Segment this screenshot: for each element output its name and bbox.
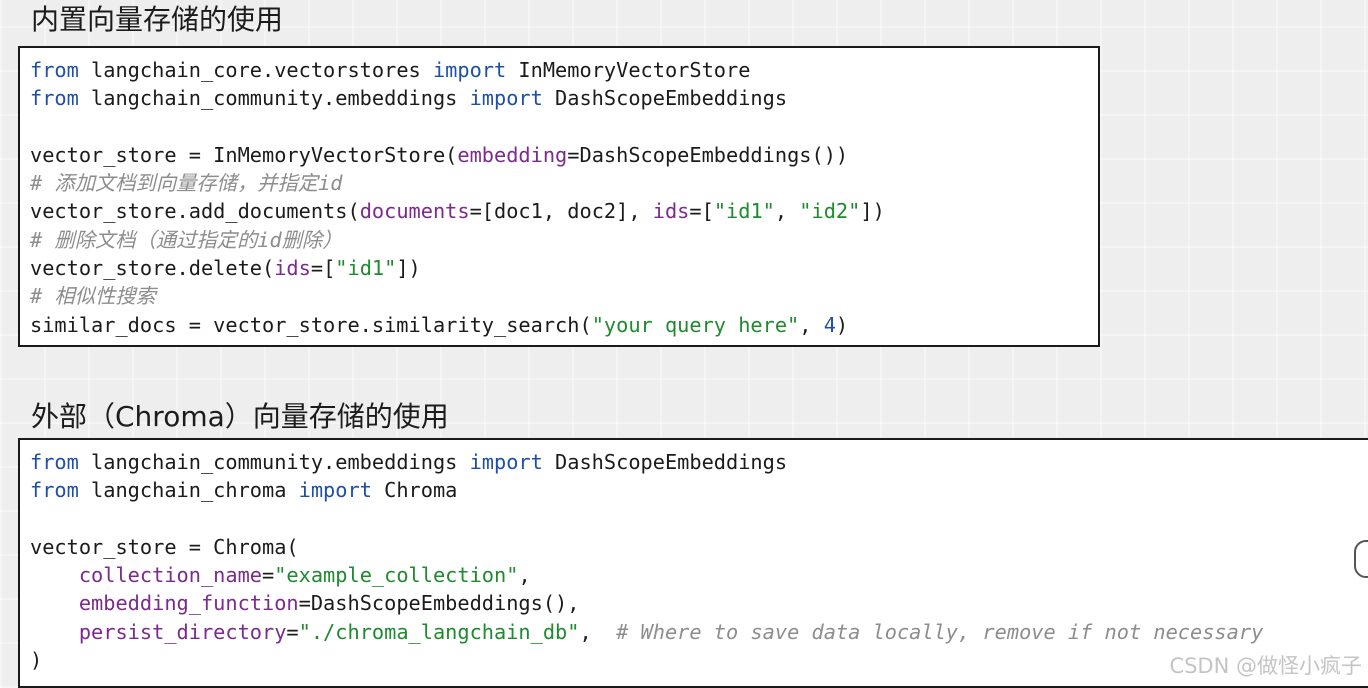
code-comment: # Where to save data locally, remove if … <box>616 619 1264 644</box>
code-line: vector_store.add_documents(documents=[do… <box>30 197 1098 225</box>
string-literal: "your query here" <box>591 312 800 337</box>
code-text: InMemoryVectorStore <box>506 58 751 82</box>
section-title-builtin-vector-store: 内置向量存储的使用 <box>31 3 284 36</box>
number-literal: 4 <box>823 312 836 337</box>
code-text: langchain_chroma <box>78 478 299 503</box>
code-text: similar_docs = vector_store.similarity_s… <box>30 312 592 337</box>
string-literal: "example_collection" <box>274 563 519 588</box>
string-literal: "id1" <box>335 256 397 281</box>
code-text: =[ <box>310 256 336 281</box>
code-text: =DashScopeEmbeddings()) <box>567 142 849 167</box>
code-text: ) <box>835 312 849 337</box>
code-block-chroma: from langchain_community.embeddings impo… <box>18 438 1368 688</box>
code-text: , <box>799 312 824 337</box>
parameter: collection_name <box>78 563 262 588</box>
code-text: vector_store = InMemoryVectorStore( <box>30 142 458 167</box>
code-text: ]) <box>860 199 885 224</box>
string-literal: "id2" <box>799 199 861 224</box>
code-line: # 相似性搜索 <box>30 282 1098 310</box>
code-text: , <box>518 563 531 588</box>
keyword: import <box>469 450 543 474</box>
keyword: from <box>30 478 79 503</box>
code-line: # 删除文档（通过指定的id删除） <box>30 226 1098 254</box>
string-literal: "./chroma_langchain_db" <box>298 619 580 644</box>
keyword: import <box>432 58 507 82</box>
code-text: = <box>262 563 275 588</box>
parameter: embedding <box>457 142 568 167</box>
keyword: from <box>30 58 79 82</box>
code-text: Chroma <box>371 478 458 503</box>
code-text: = <box>286 619 299 644</box>
code-line: from langchain_chroma import Chroma <box>30 476 1368 504</box>
code-text: =DashScopeEmbeddings(), <box>298 591 580 616</box>
keyword: import <box>298 478 372 503</box>
code-text: , <box>579 619 617 644</box>
code-line: persist_directory="./chroma_langchain_db… <box>30 618 1368 646</box>
code-text: langchain_community.embeddings <box>78 450 470 474</box>
code-comment: # 相似性搜索 <box>30 284 156 309</box>
parameter: embedding_function <box>78 591 299 616</box>
code-text: DashScopeEmbeddings <box>542 450 788 474</box>
code-text: ]) <box>396 256 421 281</box>
edge-handle <box>1354 540 1368 578</box>
csdn-watermark: CSDN @做怪小疯子 <box>1169 654 1362 678</box>
code-block-builtin: from langchain_core.vectorstores import … <box>18 46 1100 347</box>
code-comment: # 删除文档（通过指定的id删除） <box>30 227 343 252</box>
code-line: embedding_function=DashScopeEmbeddings()… <box>30 589 1368 617</box>
code-text: vector_store.add_documents( <box>30 199 360 224</box>
code-line: ) <box>30 646 1368 674</box>
code-text: vector_store.delete( <box>30 256 275 281</box>
code-line: from langchain_core.vectorstores import … <box>30 56 1098 84</box>
parameter: ids <box>652 199 690 224</box>
code-text: , <box>774 199 800 224</box>
parameter: ids <box>274 256 311 281</box>
parameter: persist_directory <box>78 619 287 644</box>
section-title-external-chroma: 外部（Chroma）向量存储的使用 <box>31 400 449 433</box>
code-text: =[doc1, doc2], <box>469 199 653 224</box>
code-text: vector_store = Chroma( <box>30 534 299 559</box>
code-comment: # 添加文档到向量存储，并指定id <box>30 171 343 196</box>
keyword: import <box>469 86 543 111</box>
keyword: from <box>30 86 79 111</box>
code-text: langchain_core.vectorstores <box>78 58 433 82</box>
code-line: vector_store.delete(ids=["id1"]) <box>30 254 1098 282</box>
code-text: =[ <box>689 199 714 224</box>
string-literal: "id1" <box>713 199 775 224</box>
parameter: documents <box>359 199 470 224</box>
code-line: similar_docs = vector_store.similarity_s… <box>30 311 1098 339</box>
code-text: ) <box>30 648 43 673</box>
code-line: from langchain_community.embeddings impo… <box>30 84 1098 112</box>
code-line: collection_name="example_collection", <box>30 561 1368 589</box>
code-text: DashScopeEmbeddings <box>542 86 788 111</box>
code-line: vector_store = InMemoryVectorStore(embed… <box>30 141 1098 169</box>
keyword: from <box>30 450 79 474</box>
code-line: # 添加文档到向量存储，并指定id <box>30 169 1098 197</box>
code-text: langchain_community.embeddings <box>78 86 470 111</box>
code-line: vector_store = Chroma( <box>30 533 1368 561</box>
code-line: from langchain_community.embeddings impo… <box>30 448 1368 476</box>
